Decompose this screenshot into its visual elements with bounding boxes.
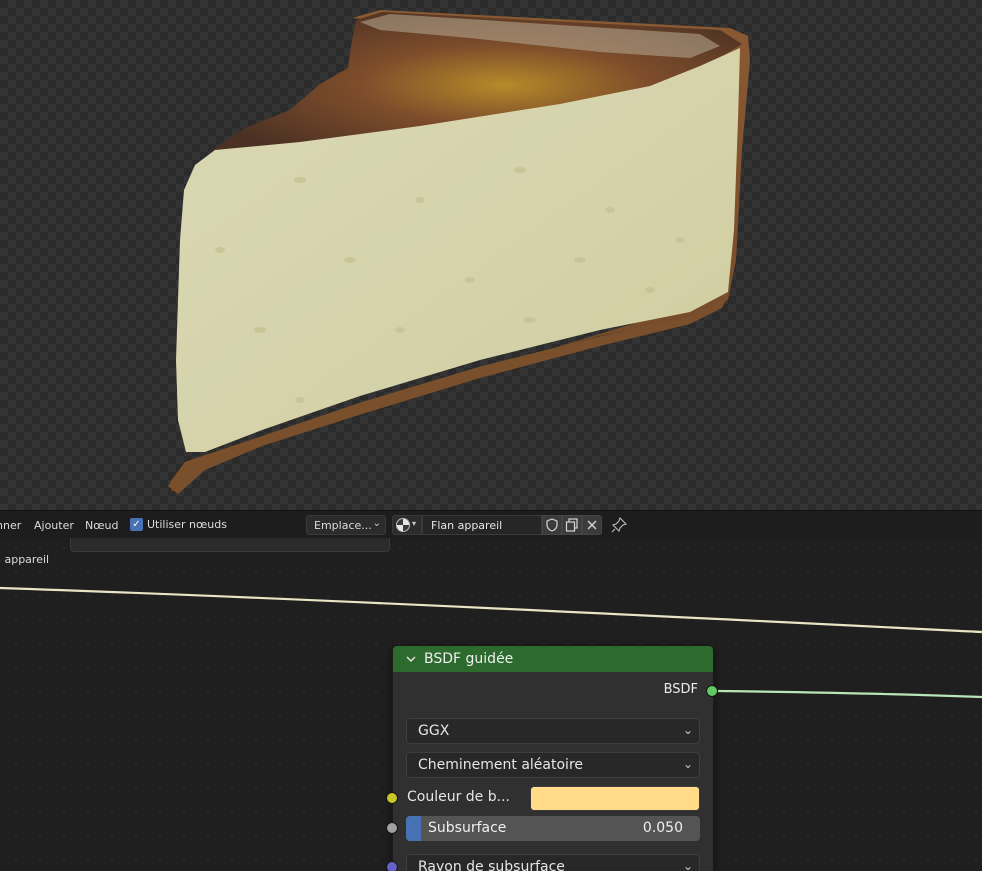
subsurface-radius-dropdown[interactable]: Rayon de subsurface ⌄ [406, 854, 700, 871]
use-nodes-toggle[interactable]: ✓ Utiliser nœuds [130, 518, 227, 531]
chevron-down-icon: ▾ [412, 519, 417, 528]
shield-icon [546, 518, 558, 532]
breadcrumb: n appareil [0, 553, 50, 566]
subsurface-slider[interactable]: Subsurface 0.050 [406, 816, 700, 841]
subsurface-socket[interactable] [386, 822, 398, 834]
subsurface-method-dropdown[interactable]: Cheminement aléatoire ⌄ [406, 752, 700, 778]
distribution-value: GGX [418, 723, 450, 739]
shader-node-editor[interactable]: nner Ajouter Nœud ✓ Utiliser nœuds Empla… [0, 510, 982, 871]
material-slot-dropdown[interactable]: Emplace... ⌄ [306, 515, 386, 535]
distribution-dropdown[interactable]: GGX ⌄ [406, 718, 700, 744]
material-name-field[interactable]: Flan appareil [422, 515, 542, 535]
menu-select[interactable]: nner [0, 519, 21, 532]
slot-label: Emplace... [314, 519, 372, 532]
subsurface-slider-fill [406, 816, 421, 841]
bsdf-output-socket[interactable] [706, 685, 718, 697]
node-header[interactable]: BSDF guidée [393, 646, 713, 672]
unlink-material-button[interactable] [582, 515, 602, 535]
pin-icon[interactable] [610, 516, 628, 534]
subsurface-radius-socket[interactable] [386, 861, 398, 871]
base-color-socket[interactable] [386, 792, 398, 804]
subsurface-value: 0.050 [642, 820, 683, 836]
principled-bsdf-node[interactable]: BSDF guidée BSDF GGX ⌄ Cheminement aléat… [386, 645, 718, 871]
subsurface-radius-label: Rayon de subsurface [418, 859, 565, 871]
material-browse-button[interactable]: ▾ [392, 515, 422, 535]
node-title: BSDF guidée [424, 651, 514, 667]
menu-add[interactable]: Ajouter [34, 519, 74, 532]
base-color-label: Couleur de b... [407, 789, 510, 805]
dropdown-panel-remnant [70, 538, 390, 552]
fake-user-button[interactable] [542, 515, 562, 535]
menu-node[interactable]: Nœud [85, 519, 118, 532]
duplicate-material-button[interactable] [562, 515, 582, 535]
chevron-down-icon[interactable] [406, 654, 416, 664]
checkmark-icon[interactable]: ✓ [130, 518, 143, 531]
base-color-swatch[interactable] [530, 786, 700, 811]
close-icon [587, 520, 597, 530]
duplicate-icon [565, 518, 578, 532]
chevron-down-icon: ⌄ [682, 757, 693, 771]
chevron-down-icon: ⌄ [682, 723, 693, 737]
flan-slice-render [168, 10, 750, 494]
chevron-down-icon: ⌄ [372, 518, 381, 529]
editor-header: nner Ajouter Nœud ✓ Utiliser nœuds Empla… [0, 510, 982, 538]
bsdf-output-label: BSDF [663, 682, 698, 697]
render-viewport[interactable] [0, 0, 982, 510]
use-nodes-label: Utiliser nœuds [147, 518, 227, 531]
chevron-down-icon: ⌄ [682, 859, 693, 871]
material-sphere-icon [396, 518, 410, 532]
subsurface-label: Subsurface [428, 820, 507, 836]
subsurface-method-value: Cheminement aléatoire [418, 757, 584, 773]
